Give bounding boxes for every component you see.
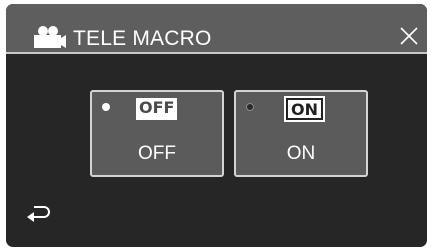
return-arrow-icon[interactable] [26, 203, 52, 223]
radio-empty-icon [102, 103, 110, 111]
on-badge: ON [284, 96, 325, 122]
option-off-label: OFF [138, 143, 176, 164]
off-badge: OFF [136, 98, 178, 120]
title-bar: TELE MACRO [6, 4, 427, 54]
close-icon[interactable] [397, 24, 421, 48]
option-on-label: ON [286, 143, 316, 164]
radio-filled-icon [246, 103, 254, 111]
option-on-button[interactable]: ON ON [234, 90, 368, 177]
page-title: TELE MACRO [73, 27, 212, 50]
video-camera-icon [32, 25, 66, 49]
option-off-button[interactable]: OFF OFF [90, 90, 224, 177]
menu-screen: TELE MACRO OFF OFF ON ON [6, 4, 427, 247]
